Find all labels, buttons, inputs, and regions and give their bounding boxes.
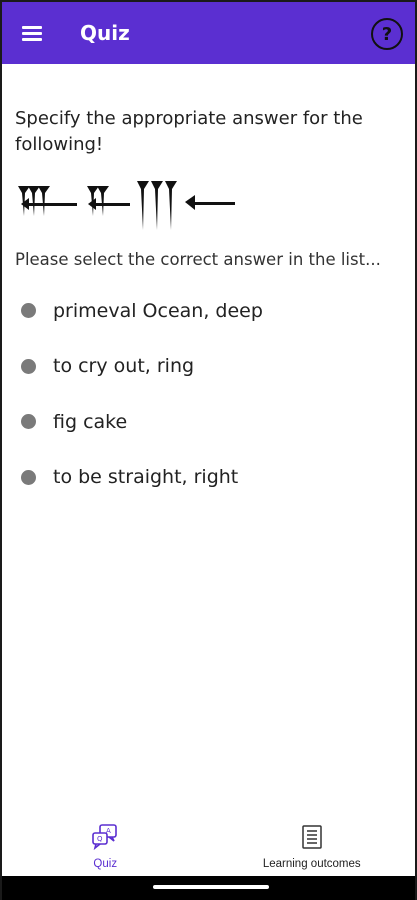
quiz-chat-icon: A Q — [92, 824, 118, 851]
menu-button[interactable] — [2, 2, 62, 64]
home-indicator[interactable] — [153, 885, 269, 889]
nav-item-quiz[interactable]: A Q Quiz — [2, 816, 209, 878]
help-circle-icon: ? — [381, 23, 393, 45]
cuneiform-image — [18, 181, 235, 230]
answer-option[interactable]: fig cake — [15, 394, 405, 450]
app-bar: Quiz ? — [2, 2, 415, 64]
radio-dot-icon — [21, 303, 36, 319]
document-list-icon — [302, 825, 322, 849]
quiz-content: Specify the appropriate answer for the f… — [15, 106, 405, 505]
answer-option[interactable]: to be straight, right — [15, 450, 405, 506]
bottom-navigation: A Q Quiz Learning outcomes — [2, 816, 415, 878]
nav-label-quiz: Quiz — [93, 858, 118, 870]
radio-dot-icon — [21, 414, 36, 430]
system-gesture-bar — [2, 876, 415, 900]
app-screen: Quiz ? Specify the appropriate answer fo… — [0, 0, 417, 900]
answer-option[interactable]: primeval Ocean, deep — [15, 283, 405, 339]
answer-instruction: Please select the correct answer in the … — [15, 250, 381, 269]
svg-text:A: A — [106, 827, 111, 835]
svg-text:Q: Q — [97, 835, 103, 843]
help-button[interactable]: ? — [371, 18, 403, 50]
nav-item-learning-outcomes[interactable]: Learning outcomes — [209, 816, 416, 878]
radio-dot-icon — [21, 358, 36, 374]
app-bar-title: Quiz — [80, 21, 130, 45]
answer-list: primeval Ocean, deep to cry out, ring fi… — [15, 283, 405, 505]
question-prompt: Specify the appropriate answer for the f… — [15, 108, 363, 155]
answer-label: to be straight, right — [53, 466, 239, 489]
nav-label-learning-outcomes: Learning outcomes — [262, 858, 361, 870]
hamburger-menu-icon — [22, 25, 42, 41]
answer-option[interactable]: to cry out, ring — [15, 339, 405, 395]
answer-label: to cry out, ring — [53, 355, 195, 378]
answer-label: primeval Ocean, deep — [53, 299, 263, 322]
radio-dot-icon — [21, 469, 36, 485]
answer-label: fig cake — [53, 410, 128, 433]
cuneiform-sign-sequence — [15, 176, 405, 234]
